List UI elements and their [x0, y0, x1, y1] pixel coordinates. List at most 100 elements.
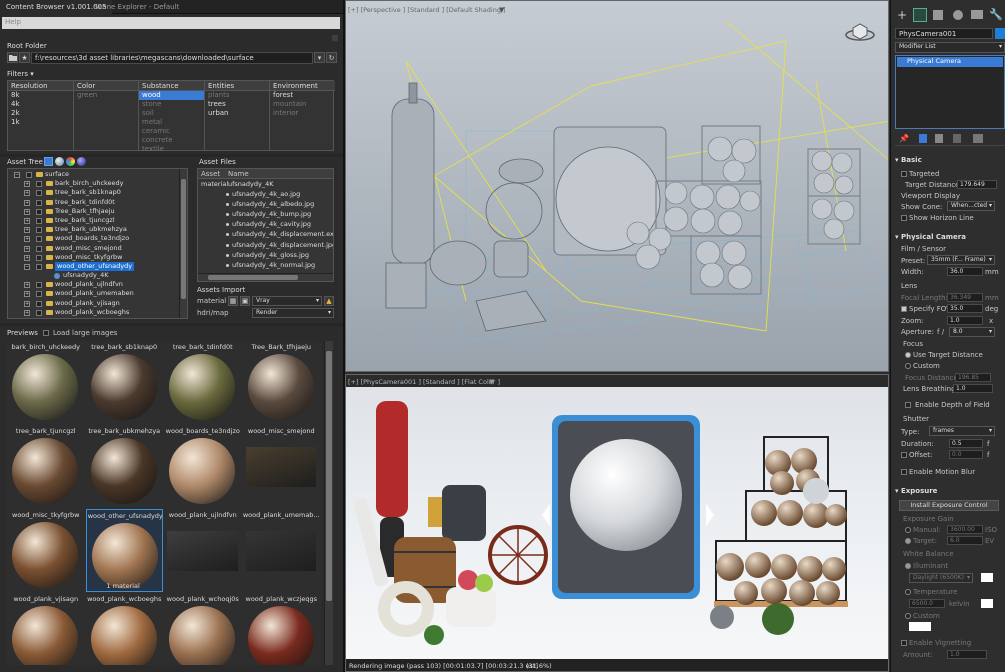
file-row[interactable]: ufsnadydy_4k_displacement.exr	[198, 229, 333, 239]
preview-tile[interactable]: wood_plank_ujlndfvn	[164, 509, 242, 592]
expand-icon[interactable]: +	[24, 291, 30, 298]
viewport-camera[interactable]: [+] [PhysCamera001 ] [Standard ] [Flat C…	[345, 374, 889, 672]
filter-item[interactable]: wood	[139, 91, 204, 100]
duration-spinner[interactable]: 0.5	[949, 439, 983, 448]
filters-label[interactable]: Filters ▾	[7, 70, 34, 78]
checkbox[interactable]	[36, 291, 42, 298]
custom-focus-radio[interactable]	[905, 363, 911, 369]
aperture-spinner[interactable]: 8.0 ▾	[949, 327, 995, 337]
focus-distance-spinner[interactable]: 196.85	[955, 373, 991, 382]
manual-radio[interactable]	[905, 527, 911, 533]
enable-dof-checkbox[interactable]	[905, 402, 911, 408]
make-unique-icon[interactable]	[935, 134, 943, 143]
previews-scrollbar[interactable]	[324, 341, 333, 665]
expand-icon[interactable]: +	[24, 282, 30, 289]
show-horizon-checkbox[interactable]	[901, 215, 907, 221]
checkbox[interactable]	[36, 190, 42, 197]
hdri-select[interactable]: Render ▾	[252, 308, 334, 318]
utilities-tab[interactable]: 🔧	[989, 8, 1003, 21]
tree-item[interactable]: + bark_birch_uhckeedy	[8, 179, 187, 188]
folder-open-button[interactable]	[7, 52, 18, 63]
checkbox[interactable]	[36, 300, 42, 307]
tree-item[interactable]: − wood_other_ufsnadydy	[8, 261, 187, 272]
motion-blur-checkbox[interactable]	[901, 469, 907, 475]
expand-icon[interactable]: +	[24, 227, 30, 234]
tree-item[interactable]: + wood_boards_te3ndjzo	[8, 234, 187, 243]
filter-column-header[interactable]: Entities	[205, 81, 269, 91]
expand-icon[interactable]: +	[24, 309, 30, 316]
expand-icon[interactable]: +	[24, 245, 30, 252]
tree-view-button[interactable]	[44, 157, 53, 166]
filter-item[interactable]: interior	[270, 109, 335, 118]
file-row[interactable]: ufsnadydy_4k_ao.jpg	[198, 189, 333, 199]
expand-icon[interactable]: +	[24, 190, 30, 197]
tree-item[interactable]: + wood_plank_umemaben	[8, 289, 187, 298]
ball-icon-button[interactable]	[55, 157, 64, 166]
file-row[interactable]: ufsnadydy_4k_albedo.jpg	[198, 199, 333, 209]
zoom-spinner[interactable]: 1.0	[947, 316, 983, 325]
tree-item[interactable]: + tree_bark_tjuncgzl	[8, 216, 187, 225]
offset-spinner[interactable]: 0.0	[949, 450, 983, 459]
checkbox[interactable]	[36, 254, 42, 261]
preview-tile[interactable]: wood_plank_wchoqj0s	[164, 593, 242, 665]
filter-item[interactable]: green	[74, 91, 138, 100]
rollout-exposure[interactable]: ▾ Exposure	[891, 487, 1005, 497]
vignetting-checkbox[interactable]	[901, 640, 907, 646]
filter-item[interactable]: mountain	[270, 100, 335, 109]
tree-item[interactable]: + Tree_Bark_tfhjaeju	[8, 207, 187, 216]
collapse-icon[interactable]: −	[24, 263, 30, 270]
expand-icon[interactable]: +	[24, 236, 30, 243]
checkbox[interactable]	[36, 236, 42, 243]
tree-scrollbar[interactable]	[179, 169, 187, 318]
rollout-basic[interactable]: ▾ Basic	[891, 156, 1005, 166]
import-icon-2[interactable]: ▣	[240, 296, 250, 306]
remove-modifier-icon[interactable]	[953, 134, 961, 143]
expand-icon[interactable]: +	[24, 217, 30, 224]
filter-item[interactable]: trees	[205, 100, 269, 109]
tree-root[interactable]: − surface	[8, 170, 187, 179]
show-cone-dropdown[interactable]: When...cted ▾	[947, 201, 995, 211]
manual-spinner[interactable]: 3600.00	[947, 525, 983, 534]
globe-icon-button[interactable]	[77, 157, 86, 166]
configure-icon[interactable]	[973, 134, 983, 143]
path-dropdown-button[interactable]: ▾	[314, 52, 325, 63]
install-exposure-button[interactable]: Install Exposure Control	[899, 500, 999, 511]
motion-tab[interactable]	[953, 10, 963, 20]
filter-item[interactable]: soil	[139, 109, 204, 118]
checkbox[interactable]	[36, 309, 42, 316]
collapse-icon[interactable]: −	[14, 172, 20, 178]
tree-item[interactable]: + tree_bark_sb1knap0	[8, 188, 187, 197]
illuminant-swatch[interactable]	[981, 573, 993, 582]
tree-item[interactable]: + tree_bark_tdinfd0t	[8, 198, 187, 207]
checkbox[interactable]	[36, 208, 42, 215]
root-folder-path[interactable]: f:\resources\3d asset libraries\megascan…	[31, 52, 313, 64]
file-row[interactable]: ufsnadydy_4k_displacement.jpg	[198, 240, 333, 250]
filter-column-header[interactable]: Environment	[270, 81, 335, 91]
target-distance-spinner[interactable]: 179.649	[957, 180, 997, 189]
show-end-result-icon[interactable]	[919, 134, 927, 143]
checkbox[interactable]	[36, 199, 42, 206]
filter-item[interactable]: plants	[205, 91, 269, 100]
filter-item[interactable]: ceramic	[139, 127, 204, 136]
filter-column-header[interactable]: Color	[74, 81, 138, 91]
temperature-radio[interactable]	[905, 589, 911, 595]
temperature-spinner[interactable]: 6500.0	[909, 599, 945, 608]
favorite-button[interactable]: ★	[19, 52, 30, 63]
filter-item[interactable]: metal	[139, 118, 204, 127]
filter-item[interactable]: 1k	[8, 118, 73, 127]
hierarchy-tab[interactable]	[933, 10, 943, 20]
display-tab[interactable]	[971, 10, 983, 19]
lens-breathing-spinner[interactable]: 1.0	[953, 384, 993, 393]
pin-stack-icon[interactable]: 📌	[899, 134, 909, 143]
amount-spinner[interactable]: 1.0	[947, 650, 987, 659]
modify-tab[interactable]	[913, 8, 927, 22]
file-row[interactable]: ufsnadydy_4k_normal.jpg	[198, 260, 333, 270]
help-bar[interactable]: Help	[2, 17, 340, 29]
tree-item[interactable]: + wood_plank_ujlndfvn	[8, 280, 187, 289]
target-spinner[interactable]: 6.0	[947, 536, 983, 545]
custom-wb-swatch[interactable]	[909, 622, 931, 631]
splitter-2[interactable]	[0, 323, 343, 326]
tree-item[interactable]: + tree_bark_ubkmehzya	[8, 225, 187, 234]
viewport-camera-label[interactable]: [+] [PhysCamera001 ] [Standard ] [Flat C…	[348, 378, 500, 386]
filter-column-header[interactable]: Resolution	[8, 81, 73, 91]
